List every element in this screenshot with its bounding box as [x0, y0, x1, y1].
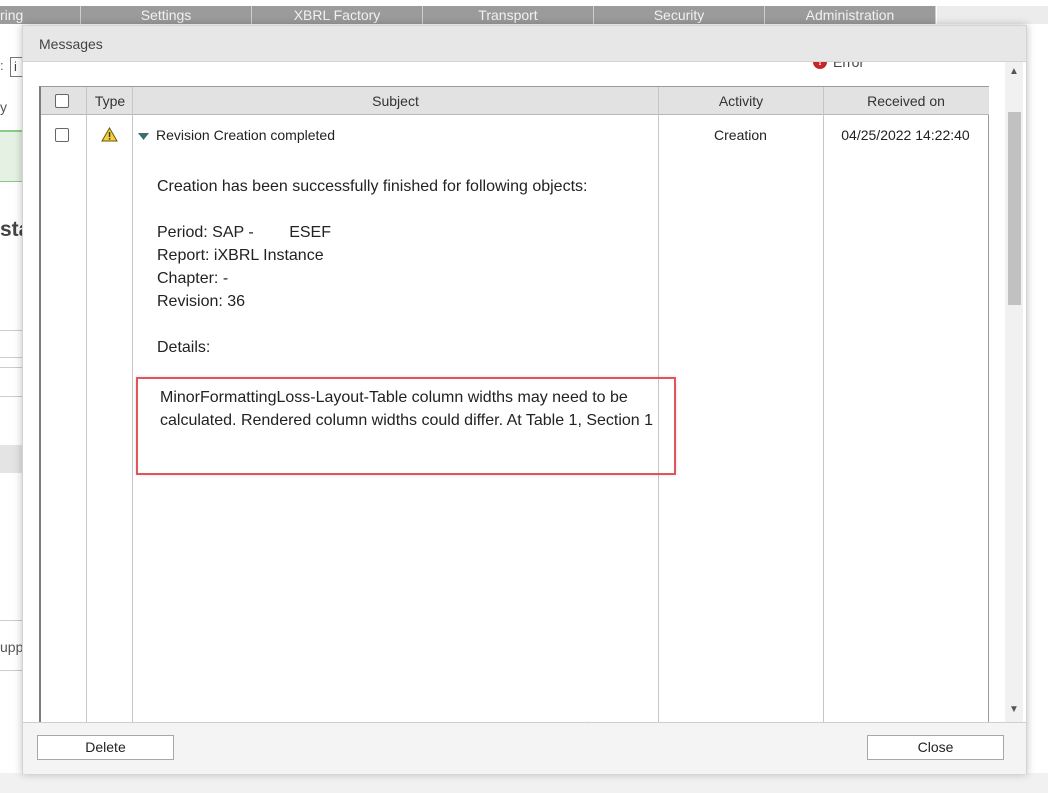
scrollbar-thumb[interactable] [1008, 112, 1021, 305]
bg-divider [0, 396, 24, 397]
column-header-subject[interactable]: Subject [133, 87, 658, 115]
bg-divider [0, 357, 24, 358]
dialog-footer: Delete Close [23, 722, 1026, 774]
message-details-label: Details: [157, 339, 211, 356]
nav-tab-xbrl-factory[interactable]: XBRL Factory [252, 6, 423, 24]
message-details: Creation has been successfully finished … [157, 175, 677, 359]
details-highlight-box: MinorFormattingLoss-Layout-Table column … [136, 377, 676, 475]
nav-tab-monitoring[interactable]: ring [0, 6, 81, 24]
nav-tab-settings[interactable]: Settings [81, 6, 252, 24]
vertical-scrollbar[interactable]: ▲ ▼ [1005, 62, 1023, 722]
bg-divider [0, 330, 24, 331]
message-chapter: Chapter: - [157, 270, 229, 287]
message-period: Period: SAP - ESEF [157, 224, 331, 241]
warning-icon [101, 127, 118, 142]
column-header-type[interactable]: Type [87, 87, 133, 115]
row-activity: Creation [714, 127, 767, 143]
table-header: Type Subject Activity Received on [41, 87, 989, 115]
messages-dialog: Messages ! Error Type Subject Activity R… [22, 25, 1027, 774]
expand-triangle-icon[interactable] [138, 133, 149, 140]
select-all-checkbox[interactable] [55, 94, 69, 108]
messages-content: ! Error Type Subject Activity Received o… [25, 62, 1005, 722]
legend-error: ! Error [813, 62, 864, 70]
bg-side-text: y [0, 99, 7, 115]
delete-button[interactable]: Delete [37, 735, 174, 760]
message-revision: Revision: 36 [157, 293, 246, 310]
message-report: Report: iXBRL Instance [157, 247, 324, 264]
bg-bottom-strip [0, 773, 1048, 793]
row-subject[interactable]: Revision Creation completed [156, 127, 335, 143]
bg-field-label: : [0, 58, 4, 73]
error-icon: ! [813, 62, 827, 69]
close-button[interactable]: Close [867, 735, 1004, 760]
top-navigation-filler [937, 6, 1048, 24]
bg-divider [0, 670, 24, 671]
nav-tab-administration[interactable]: Administration [765, 6, 936, 24]
nav-tab-security[interactable]: Security [594, 6, 765, 24]
nav-tab-transport[interactable]: Transport [423, 6, 594, 24]
bg-side-text: upp [0, 639, 24, 655]
bg-gray-row [0, 445, 24, 473]
row-received-on: 04/25/2022 14:22:40 [841, 127, 970, 143]
scroll-up-arrow-icon[interactable]: ▲ [1005, 64, 1023, 80]
column-divider [86, 87, 87, 722]
column-divider [132, 87, 133, 722]
column-header-received-on[interactable]: Received on [824, 87, 988, 115]
column-header-activity[interactable]: Activity [659, 87, 823, 115]
messages-table: Type Subject Activity Received on Revisi… [39, 86, 989, 722]
message-intro: Creation has been successfully finished … [157, 178, 588, 195]
column-divider [823, 87, 824, 722]
bg-divider [0, 367, 24, 368]
row-select-checkbox[interactable] [55, 128, 69, 142]
legend-error-label: Error [833, 62, 865, 70]
top-navigation: ring Settings XBRL Factory Transport Sec… [0, 6, 936, 24]
bg-divider [0, 620, 24, 621]
scroll-down-arrow-icon[interactable]: ▼ [1005, 702, 1023, 718]
message-details-text: MinorFormattingLoss-Layout-Table column … [160, 389, 654, 429]
dialog-title: Messages [23, 26, 1026, 62]
